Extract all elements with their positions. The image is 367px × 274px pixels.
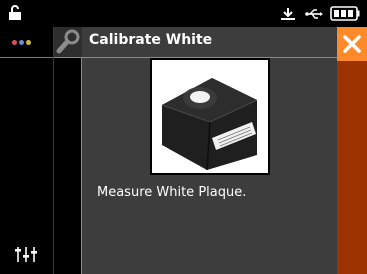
side-column-divider xyxy=(81,58,82,274)
side-column xyxy=(54,58,81,274)
menu-dot-red xyxy=(12,40,17,45)
menu-dot-blue xyxy=(19,40,24,45)
lock-icon xyxy=(9,5,21,20)
tool-icon xyxy=(54,27,82,57)
close-button[interactable] xyxy=(337,27,367,61)
main-panel: Calibrate White Measure White Plaque. xyxy=(54,27,337,274)
calibration-device-image xyxy=(150,58,270,175)
sliders-icon[interactable] xyxy=(14,245,38,263)
menu-dot-yellow xyxy=(26,40,31,45)
instruction-text: Measure White Plaque. xyxy=(97,185,247,200)
left-rail xyxy=(0,27,54,274)
status-bar xyxy=(0,0,367,27)
menu-dots-icon[interactable] xyxy=(12,40,31,45)
rail-divider xyxy=(0,57,53,58)
battery-icon xyxy=(330,6,360,21)
page-title: Calibrate White xyxy=(89,32,213,48)
close-icon xyxy=(343,35,361,53)
download-icon xyxy=(281,8,295,20)
right-rail xyxy=(337,27,367,274)
usb-icon xyxy=(305,9,323,19)
